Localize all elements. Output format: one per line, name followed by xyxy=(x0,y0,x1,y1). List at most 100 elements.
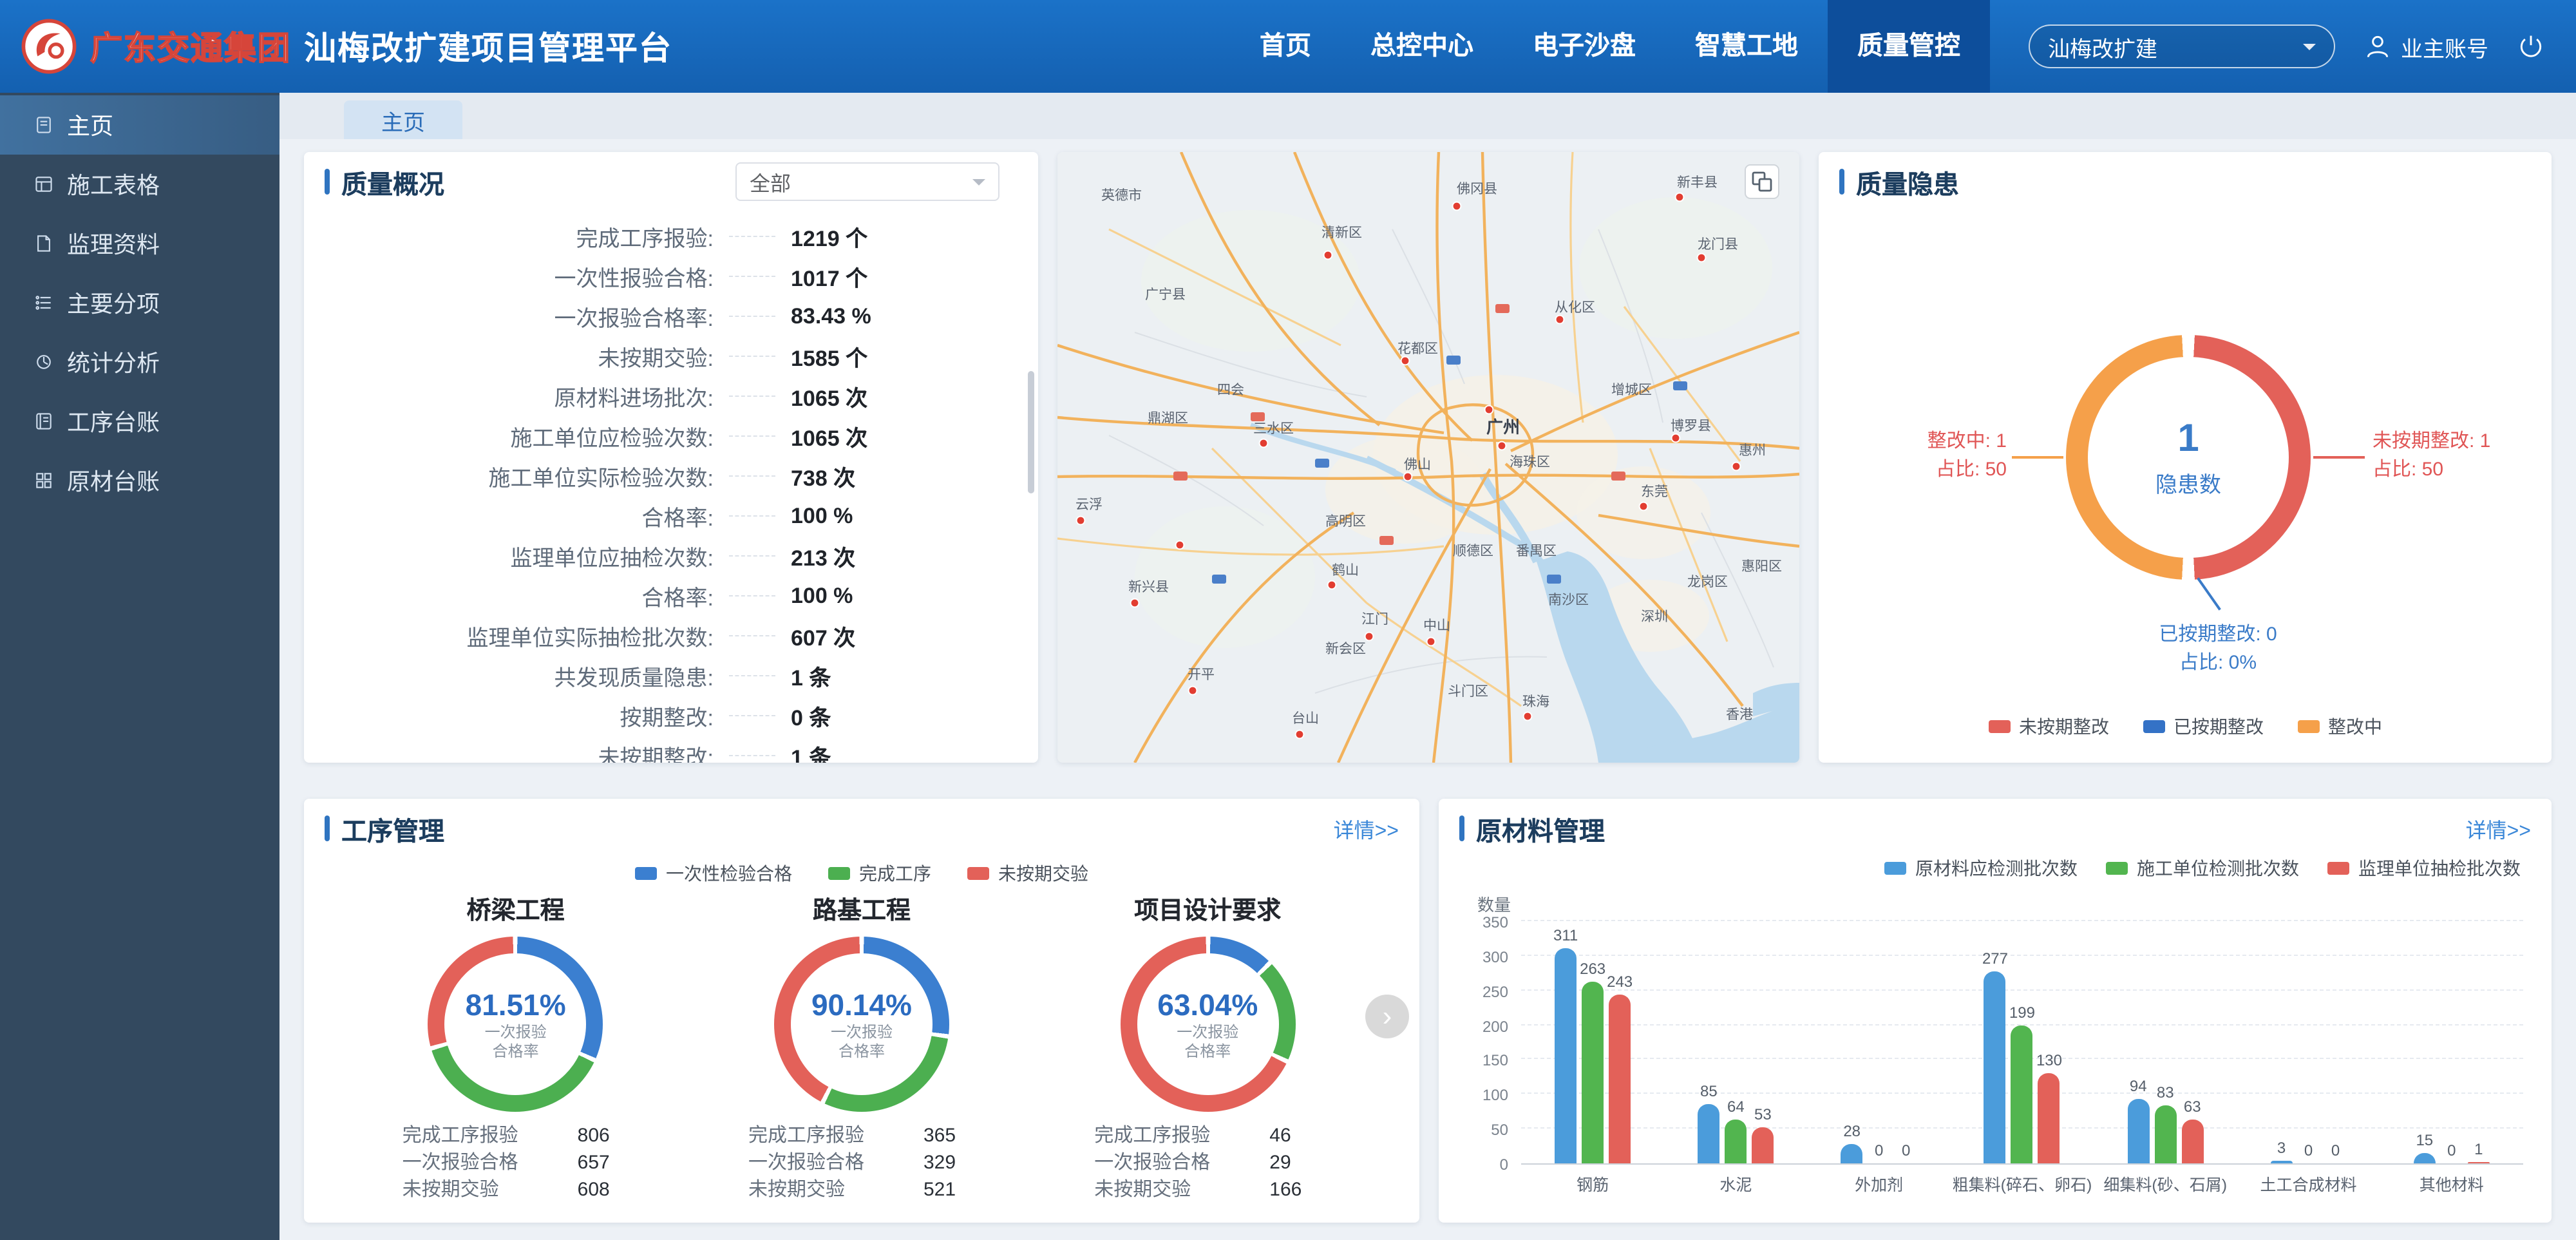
legend-item[interactable]: 完成工序 xyxy=(828,861,931,886)
bar[interactable]: 0 xyxy=(2441,922,2463,1163)
account-menu[interactable]: 业主账号 xyxy=(2363,30,2488,62)
bar[interactable]: 15 xyxy=(2414,922,2436,1163)
map-marker-icon[interactable] xyxy=(1189,687,1197,695)
legend-swatch-icon xyxy=(2327,862,2349,875)
bar[interactable]: 28 xyxy=(1841,922,1863,1163)
y-axis-title: 数量 xyxy=(1477,892,1511,916)
bar[interactable]: 1 xyxy=(2468,922,2490,1163)
map-marker-icon[interactable] xyxy=(1260,439,1268,448)
stat-label: 监理单位应抽检次数: xyxy=(327,540,714,572)
rate-caption: 合格率 xyxy=(493,1042,539,1061)
bar[interactable]: 83 xyxy=(2154,922,2176,1163)
carousel-next-button[interactable]: › xyxy=(1365,995,1409,1038)
tab-主页[interactable]: 主页 xyxy=(344,100,462,139)
legend-swatch-icon xyxy=(1988,720,2010,733)
map-marker-icon[interactable] xyxy=(1176,541,1184,549)
legend-item[interactable]: 整改中 xyxy=(2297,714,2382,739)
map-marker-icon[interactable] xyxy=(1676,193,1684,202)
process-details-link[interactable]: 详情>> xyxy=(1334,813,1399,844)
legend-item[interactable]: 未按期交验 xyxy=(967,861,1088,886)
bar[interactable]: 0 xyxy=(2325,922,2347,1163)
map-marker-icon[interactable] xyxy=(1672,434,1680,443)
map-marker-icon[interactable] xyxy=(1498,442,1506,450)
hazard-donut-chart: 1 隐患数 xyxy=(2066,335,2311,580)
legend-item[interactable]: 监理单位抽检批次数 xyxy=(2327,855,2521,881)
bar[interactable]: 243 xyxy=(1609,922,1631,1163)
sidebar-item-统计分析[interactable]: 统计分析 xyxy=(0,332,279,392)
map-marker-icon[interactable] xyxy=(1131,599,1139,607)
map-city-label: 佛山 xyxy=(1404,457,1431,472)
map-panel[interactable]: 英德市新丰县佛冈县龙门县清新区广宁县从化区花都区增城区四会鼎湖区三水区博罗县惠州… xyxy=(1057,152,1799,763)
sidebar-item-监理资料[interactable]: 监理资料 xyxy=(0,214,279,273)
bar[interactable]: 277 xyxy=(1984,922,2006,1163)
y-tick-label: 50 xyxy=(1459,1121,1508,1139)
map-expand-button[interactable] xyxy=(1745,165,1779,198)
bar[interactable]: 0 xyxy=(2298,922,2320,1163)
map-marker-icon[interactable] xyxy=(1328,581,1336,589)
nav-item-电子沙盘[interactable]: 电子沙盘 xyxy=(1503,0,1665,93)
bar[interactable]: 63 xyxy=(2181,922,2203,1163)
bar[interactable]: 3 xyxy=(2271,922,2293,1163)
nav-item-质量管控[interactable]: 质量管控 xyxy=(1828,0,1990,93)
bar[interactable]: 0 xyxy=(1895,922,1917,1163)
top-navbar: 广东交通集团 汕梅改扩建项目管理平台 首页总控中心电子沙盘智慧工地质量管控 汕梅… xyxy=(0,0,2576,93)
bar[interactable]: 94 xyxy=(2127,922,2149,1163)
map-marker-icon[interactable] xyxy=(1296,730,1304,739)
form-icon xyxy=(33,174,54,195)
process-pass-rate: 63.04% xyxy=(1157,987,1258,1022)
map-marker-icon[interactable] xyxy=(1077,517,1085,525)
legend-item[interactable]: 一次性检验合格 xyxy=(635,861,792,886)
map-marker-icon[interactable] xyxy=(1524,712,1532,721)
nav-item-首页[interactable]: 首页 xyxy=(1230,0,1341,93)
nav-item-总控中心[interactable]: 总控中心 xyxy=(1341,0,1503,93)
map-marker-icon[interactable] xyxy=(1732,463,1741,471)
process-stat-row: 一次报验合格29 xyxy=(1046,1149,1368,1176)
project-select[interactable]: 汕梅改扩建 xyxy=(2029,24,2335,68)
legend-item[interactable]: 原材料应检测批次数 xyxy=(1884,855,2078,881)
bar[interactable]: 130 xyxy=(2038,922,2060,1163)
logout-button[interactable] xyxy=(2517,32,2545,61)
bar[interactable]: 311 xyxy=(1555,922,1577,1163)
map-marker-icon[interactable] xyxy=(1556,316,1564,324)
map-marker-icon[interactable] xyxy=(1365,633,1374,641)
bar-value-label: 277 xyxy=(1982,949,2008,968)
quality-filter-value: 全部 xyxy=(750,166,972,197)
map-marker-icon[interactable] xyxy=(1404,473,1412,481)
materials-details-link[interactable]: 详情>> xyxy=(2466,813,2531,844)
stat-label: 合格率: xyxy=(327,580,714,612)
sidebar-item-主页[interactable]: 主页 xyxy=(0,95,279,155)
map-city-label: 鼎湖区 xyxy=(1148,411,1188,426)
sidebar-item-工序台账[interactable]: 工序台账 xyxy=(0,392,279,451)
map-marker-icon[interactable] xyxy=(1453,202,1461,211)
stat-value: 607 次 xyxy=(791,620,1010,652)
bar[interactable]: 0 xyxy=(1868,922,1890,1163)
sidebar-item-施工表格[interactable]: 施工表格 xyxy=(0,155,279,214)
map-marker-icon[interactable] xyxy=(1401,357,1410,365)
bar[interactable]: 199 xyxy=(2011,922,2033,1163)
account-label: 业主账号 xyxy=(2401,30,2488,62)
map-marker-icon[interactable] xyxy=(1324,251,1332,260)
sidebar-item-原材台账[interactable]: 原材台账 xyxy=(0,451,279,510)
map-marker-icon[interactable] xyxy=(1640,502,1648,511)
legend-item[interactable]: 未按期整改 xyxy=(1988,714,2109,739)
legend-item[interactable]: 施工单位检测批次数 xyxy=(2106,855,2299,881)
quality-filter-select[interactable]: 全部 xyxy=(735,162,999,201)
scrollbar-thumb[interactable] xyxy=(1028,371,1034,493)
bar-value-label: 15 xyxy=(2416,1131,2433,1149)
map-city-label: 云浮 xyxy=(1075,497,1103,512)
map-marker-icon[interactable] xyxy=(1427,638,1435,646)
map-marker-icon[interactable] xyxy=(1698,254,1706,262)
bar-value-label: 83 xyxy=(2157,1084,2174,1102)
bar[interactable]: 53 xyxy=(1752,922,1774,1163)
chevron-down-icon xyxy=(972,179,985,192)
bar[interactable]: 85 xyxy=(1698,922,1719,1163)
bar[interactable]: 64 xyxy=(1725,922,1747,1163)
region-map[interactable]: 英德市新丰县佛冈县龙门县清新区广宁县从化区花都区增城区四会鼎湖区三水区博罗县惠州… xyxy=(1057,152,1799,763)
sidebar-item-主要分项[interactable]: 主要分项 xyxy=(0,273,279,332)
bar[interactable]: 263 xyxy=(1582,922,1604,1163)
nav-item-智慧工地[interactable]: 智慧工地 xyxy=(1665,0,1828,93)
legend-item[interactable]: 已按期整改 xyxy=(2143,714,2264,739)
stat-value: 1065 次 xyxy=(791,380,1010,412)
stat-value: 1 条 xyxy=(791,660,1010,692)
map-marker-icon[interactable] xyxy=(1485,406,1493,414)
